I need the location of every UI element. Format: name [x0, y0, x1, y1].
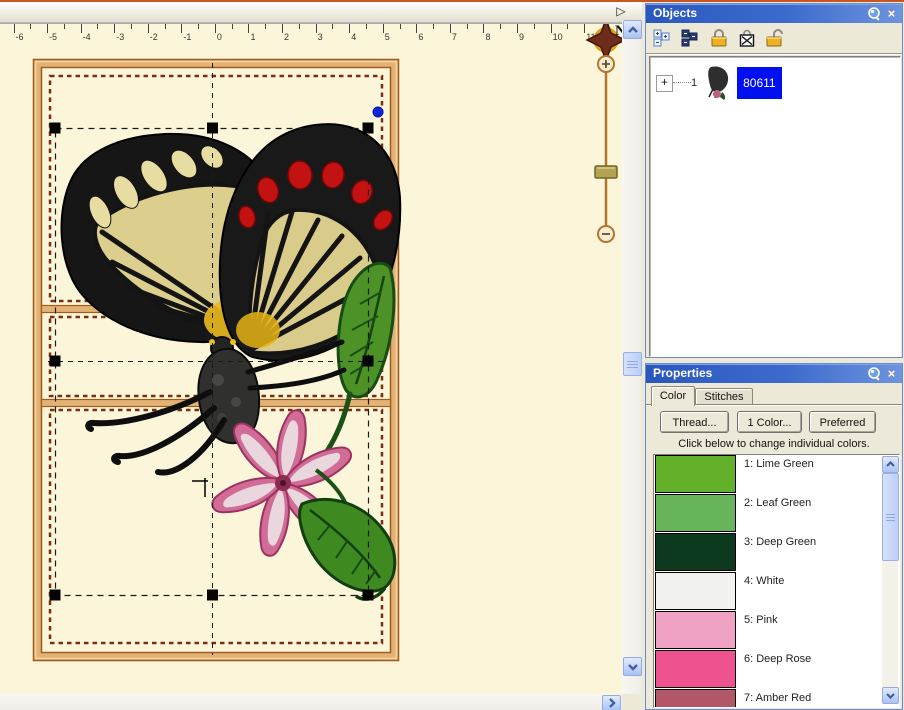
- compass-north-label: N: [615, 24, 622, 39]
- tab-stitches[interactable]: Stitches: [695, 388, 753, 406]
- color-swatch[interactable]: [655, 533, 736, 571]
- select-group-alt-icon[interactable]: [679, 27, 700, 48]
- tree-connector: [673, 82, 691, 84]
- list-scroll-up-button[interactable]: [882, 456, 899, 473]
- color-label: 2: Leaf Green: [744, 497, 811, 509]
- color-label: 5: Pink: [744, 614, 778, 626]
- color-list[interactable]: 1: Lime Green 2: Leaf Green 3: Deep Green 4…: [653, 454, 900, 708]
- one-color-button[interactable]: 1 Color...: [737, 411, 802, 433]
- select-group-icon[interactable]: [651, 27, 672, 48]
- thread-button[interactable]: Thread...: [660, 411, 729, 433]
- color-swatch[interactable]: [655, 689, 736, 708]
- color-list-scrollbar[interactable]: [882, 456, 898, 704]
- color-row: 6: Deep Rose: [654, 650, 880, 689]
- color-row: 4: White: [654, 572, 880, 611]
- close-icon[interactable]: ×: [884, 6, 899, 21]
- color-label: 3: Deep Green: [744, 536, 816, 548]
- objects-list[interactable]: + 1 80611: [649, 56, 901, 357]
- color-label: 7: Amber Red: [744, 692, 811, 704]
- properties-panel-title: Properties: [653, 366, 712, 380]
- rotation-handle-dot[interactable]: [373, 107, 383, 117]
- object-label-selected[interactable]: 80611: [737, 67, 781, 99]
- object-thumbnail[interactable]: [703, 65, 733, 101]
- scroll-right-button[interactable]: [602, 695, 621, 710]
- design-canvas[interactable]: -6-5-4-3-2-101234567891011: [0, 24, 622, 694]
- list-scroll-down-button[interactable]: [882, 687, 899, 704]
- color-swatch[interactable]: [655, 650, 736, 688]
- scroll-up-button[interactable]: [623, 20, 642, 39]
- objects-panel-titlebar[interactable]: Objects ×: [646, 4, 902, 23]
- rollup-magnifier-icon[interactable]: [866, 366, 881, 381]
- objects-panel: Objects ×: [645, 3, 903, 358]
- color-hint-text: Click below to change individual colors.: [646, 438, 902, 450]
- list-scroll-thumb[interactable]: [882, 473, 899, 561]
- color-swatch[interactable]: [655, 455, 736, 493]
- canvas-horizontal-scrollbar[interactable]: [0, 694, 622, 710]
- color-row: 1: Lime Green: [654, 455, 880, 494]
- panel-expand-icon[interactable]: ▷: [612, 2, 630, 20]
- scroll-down-button[interactable]: [623, 657, 642, 676]
- zoom-slider: [595, 56, 617, 242]
- preferred-button[interactable]: Preferred: [809, 411, 876, 433]
- tab-color[interactable]: Color: [651, 386, 695, 406]
- color-row: 3: Deep Green: [654, 533, 880, 572]
- toolbar-band: [0, 2, 642, 23]
- vertical-scroll-thumb[interactable]: [623, 352, 642, 376]
- embroidery-editor-window: ▷ -6-5-4-3-2-101234567891011: [0, 0, 904, 710]
- tree-expand-icon[interactable]: +: [656, 75, 673, 92]
- color-row: 5: Pink: [654, 611, 880, 650]
- lock-x-icon[interactable]: [736, 27, 757, 48]
- color-swatch[interactable]: [655, 494, 736, 532]
- color-swatch[interactable]: [655, 572, 736, 610]
- lock-open-icon[interactable]: [764, 27, 785, 48]
- properties-panel: Properties × Color Stitches Thread... 1 …: [645, 363, 903, 710]
- color-row: 2: Leaf Green: [654, 494, 880, 533]
- lock-closed-icon[interactable]: [708, 27, 729, 48]
- object-index: 1: [691, 77, 697, 89]
- color-swatch[interactable]: [655, 611, 736, 649]
- properties-panel-titlebar[interactable]: Properties ×: [646, 364, 902, 383]
- objects-panel-title: Objects: [653, 6, 697, 20]
- objects-toolbar: [646, 23, 902, 54]
- object-list-item[interactable]: + 1 80611: [654, 63, 894, 103]
- color-label: 4: White: [744, 575, 784, 587]
- color-label: 1: Lime Green: [744, 458, 814, 470]
- close-icon[interactable]: ×: [884, 366, 899, 381]
- canvas-vertical-scrollbar[interactable]: [622, 20, 641, 694]
- color-label: 6: Deep Rose: [744, 653, 811, 665]
- design-area: N: [0, 24, 622, 694]
- color-row: 7: Amber Red: [654, 689, 880, 708]
- rollup-magnifier-icon[interactable]: [866, 6, 881, 21]
